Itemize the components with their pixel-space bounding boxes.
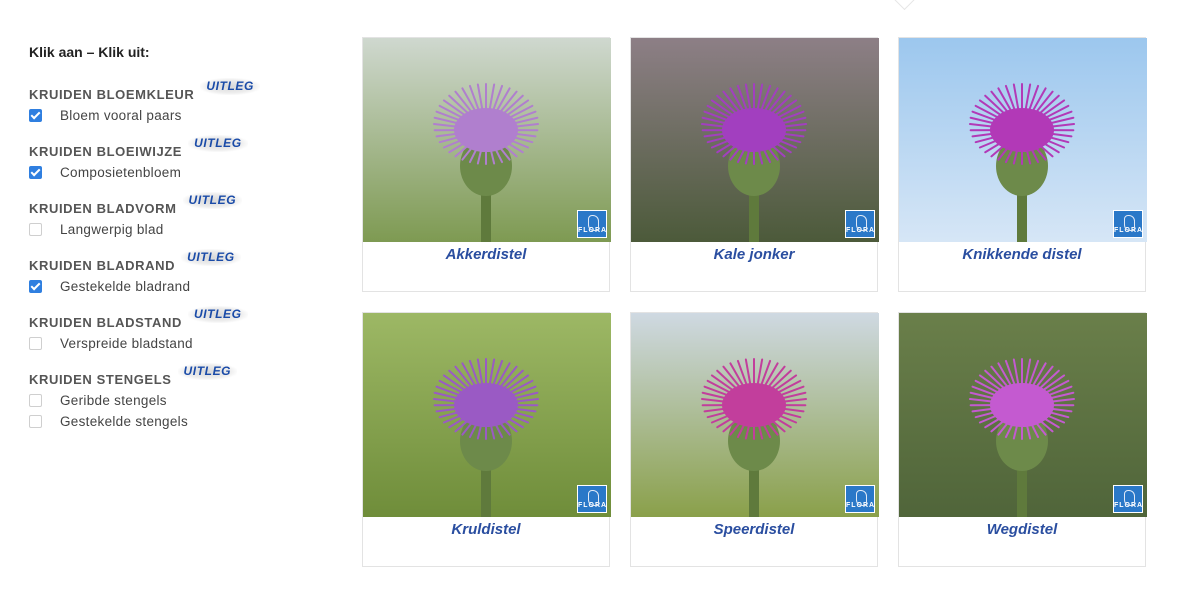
filter-group-header: KRUIDEN BLOEMKLEUR UITLEG bbox=[29, 78, 329, 104]
checkbox-checked[interactable] bbox=[29, 166, 42, 179]
checkbox-checked[interactable] bbox=[29, 280, 42, 293]
filter-option[interactable]: Composietenbloem bbox=[29, 163, 329, 182]
thistle-image bbox=[363, 313, 611, 517]
plant-card-speerdistel[interactable]: FLORA Speerdistel bbox=[630, 312, 879, 567]
filter-group-header: KRUIDEN BLADSTAND UITLEG bbox=[29, 306, 329, 332]
filter-option-label: Geribde stengels bbox=[60, 393, 167, 408]
flora-logo-icon: FLORA bbox=[577, 485, 607, 513]
plant-card-kale-jonker[interactable]: FLORA Kale jonker bbox=[630, 37, 879, 292]
plant-card-knikkende-distel[interactable]: FLORA Knikkende distel bbox=[898, 37, 1147, 292]
uitleg-link[interactable]: UITLEG bbox=[187, 306, 248, 323]
thistle-image bbox=[899, 38, 1147, 242]
thistle-image bbox=[899, 313, 1147, 517]
checkbox[interactable] bbox=[29, 337, 42, 350]
flora-logo-icon: FLORA bbox=[1113, 485, 1143, 513]
filter-group-title: KRUIDEN BLOEIWIJZE bbox=[29, 144, 183, 159]
filter-group-header: KRUIDEN BLOEIWIJZE UITLEG bbox=[29, 135, 329, 161]
filter-group-title: KRUIDEN BLOEMKLEUR bbox=[29, 87, 195, 102]
filter-option[interactable]: Gestekelde stengels bbox=[29, 412, 329, 431]
dropdown-caret bbox=[893, 0, 916, 11]
filter-option-label: Gestekelde stengels bbox=[60, 414, 189, 429]
checkbox-checked[interactable] bbox=[29, 109, 42, 122]
plant-card-wegdistel[interactable]: FLORA Wegdistel bbox=[898, 312, 1147, 567]
checkbox[interactable] bbox=[29, 415, 42, 428]
filter-option-label: Composietenbloem bbox=[60, 165, 182, 180]
filter-option-label: Verspreide bladstand bbox=[60, 336, 193, 351]
flora-logo-icon: FLORA bbox=[845, 485, 875, 513]
filter-option[interactable]: Gestekelde bladrand bbox=[29, 277, 329, 296]
thistle-image bbox=[631, 38, 879, 242]
uitleg-link[interactable]: UITLEG bbox=[181, 249, 241, 266]
filter-group-kruiden-bladvorm: KRUIDEN BLADVORM UITLEG Langwerpig blad bbox=[29, 192, 329, 239]
plant-name-link[interactable]: Wegdistel bbox=[899, 521, 1145, 538]
plant-name-link[interactable]: Knikkende distel bbox=[899, 246, 1145, 263]
plant-name-link[interactable]: Speerdistel bbox=[631, 521, 877, 538]
flora-logo-icon: FLORA bbox=[577, 210, 607, 238]
plant-card-akkerdistel[interactable]: FLORA Akkerdistel bbox=[362, 37, 611, 292]
filter-group-kruiden-stengels: KRUIDEN STENGELS UITLEG Geribde stengels Ge… bbox=[29, 363, 329, 431]
filter-option-label: Langwerpig blad bbox=[60, 222, 164, 237]
filter-group-title: KRUIDEN BLADSTAND bbox=[29, 315, 182, 330]
filter-option-label: Bloem vooral paars bbox=[60, 108, 182, 123]
filter-intro: Klik aan – Klik uit: bbox=[29, 44, 150, 60]
filter-option-label: Gestekelde bladrand bbox=[60, 279, 191, 294]
flora-logo-icon: FLORA bbox=[845, 210, 875, 238]
plant-photo[interactable]: FLORA bbox=[631, 38, 879, 242]
filter-group-title: KRUIDEN BLADRAND bbox=[29, 258, 176, 273]
filter-sidebar: Klik aan – Klik uit: KRUIDEN BLOEMKLEUR U… bbox=[29, 44, 329, 445]
plant-name-link[interactable]: Kale jonker bbox=[631, 246, 877, 263]
uitleg-link[interactable]: UITLEG bbox=[177, 363, 238, 380]
plant-photo[interactable]: FLORA bbox=[363, 313, 611, 517]
filter-group-header: KRUIDEN STENGELS UITLEG bbox=[29, 363, 329, 389]
plant-name-link[interactable]: Kruldistel bbox=[363, 521, 609, 538]
plant-photo[interactable]: FLORA bbox=[899, 313, 1147, 517]
plant-card-kruldistel[interactable]: FLORA Kruldistel bbox=[362, 312, 611, 567]
flora-logo-icon: FLORA bbox=[1113, 210, 1143, 238]
plant-photo[interactable]: FLORA bbox=[631, 313, 879, 517]
filter-group-kruiden-bloeiwijze: KRUIDEN BLOEIWIJZE UITLEG Composietenbloem bbox=[29, 135, 329, 182]
uitleg-link[interactable]: UITLEG bbox=[200, 78, 260, 95]
uitleg-link[interactable]: UITLEG bbox=[188, 135, 248, 152]
thistle-image bbox=[631, 313, 879, 517]
filter-option[interactable]: Langwerpig blad bbox=[29, 220, 329, 239]
filter-group-header: KRUIDEN BLADVORM UITLEG bbox=[29, 192, 329, 218]
uitleg-link[interactable]: UITLEG bbox=[182, 192, 243, 209]
checkbox[interactable] bbox=[29, 223, 42, 236]
filter-option[interactable]: Verspreide bladstand bbox=[29, 334, 329, 353]
thistle-image bbox=[363, 38, 611, 242]
filter-option[interactable]: Geribde stengels bbox=[29, 391, 329, 410]
plant-photo[interactable]: FLORA bbox=[899, 38, 1147, 242]
results-grid: FLORA Akkerdistel FLORA Kale jonker FLORA Kni… bbox=[362, 37, 1147, 567]
plant-name-link[interactable]: Akkerdistel bbox=[363, 246, 609, 263]
checkbox[interactable] bbox=[29, 394, 42, 407]
filter-group-title: KRUIDEN BLADVORM bbox=[29, 201, 177, 216]
filter-group-title: KRUIDEN STENGELS bbox=[29, 372, 172, 387]
filter-group-kruiden-bloemkleur: KRUIDEN BLOEMKLEUR UITLEG Bloem vooral paa… bbox=[29, 78, 329, 125]
plant-photo[interactable]: FLORA bbox=[363, 38, 611, 242]
filter-group-header: KRUIDEN BLADRAND UITLEG bbox=[29, 249, 329, 275]
filter-option[interactable]: Bloem vooral paars bbox=[29, 106, 329, 125]
filter-group-kruiden-bladrand: KRUIDEN BLADRAND UITLEG Gestekelde bladran… bbox=[29, 249, 329, 296]
filter-group-kruiden-bladstand: KRUIDEN BLADSTAND UITLEG Verspreide bladst… bbox=[29, 306, 329, 353]
